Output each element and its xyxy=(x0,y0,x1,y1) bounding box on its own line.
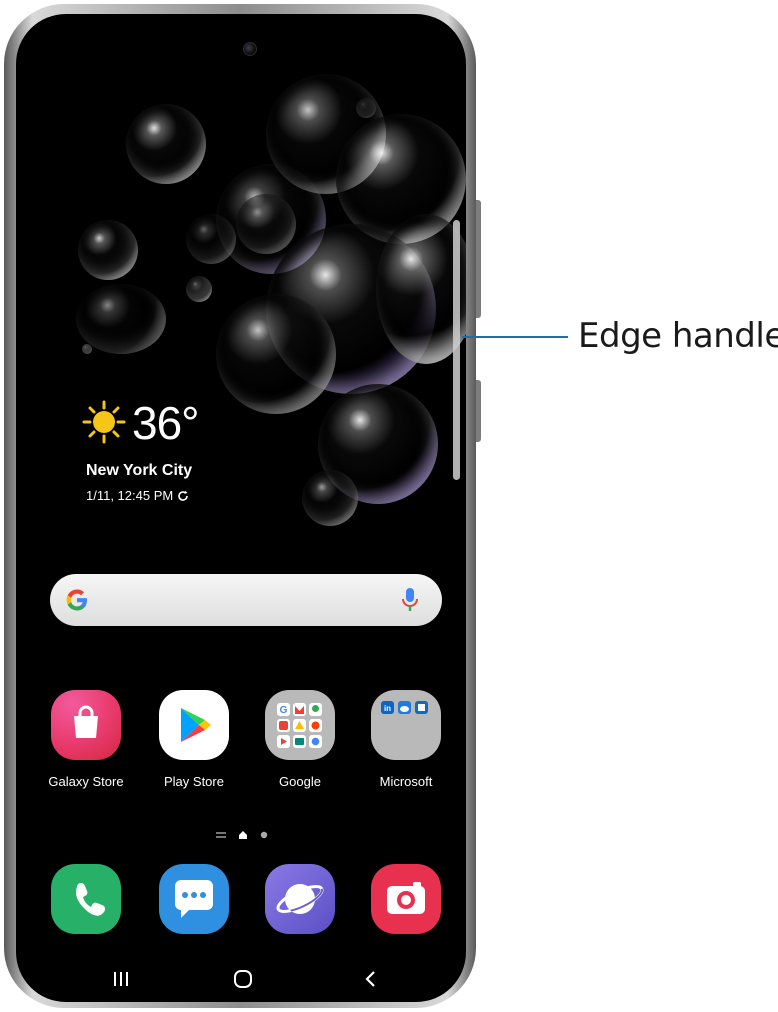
callout-line xyxy=(462,336,568,338)
app-label: Google xyxy=(279,774,321,789)
app-label: Play Store xyxy=(164,774,224,789)
google-g-icon xyxy=(66,589,87,611)
callout-label: Edge handle xyxy=(578,316,778,356)
page-dot-icon xyxy=(260,831,268,839)
recent-apps-icon[interactable] xyxy=(106,964,136,994)
svg-text:G: G xyxy=(280,705,288,716)
app-label: Galaxy Store xyxy=(48,774,124,789)
galaxy-store-icon xyxy=(51,690,121,760)
home-button-icon[interactable] xyxy=(228,964,258,994)
internet-icon xyxy=(265,864,335,934)
app-google-folder[interactable]: G Google xyxy=(250,690,350,789)
app-label: Microsoft xyxy=(379,774,433,789)
play-store-icon xyxy=(159,690,229,760)
phone-icon xyxy=(51,864,121,934)
back-icon[interactable] xyxy=(356,964,386,994)
app-microsoft-folder[interactable]: in Microsoft xyxy=(356,690,456,789)
menu-lines-icon xyxy=(216,832,226,838)
city-name: New York City xyxy=(86,462,193,479)
svg-text:in: in xyxy=(384,704,391,713)
camera-icon xyxy=(371,864,441,934)
sun-icon xyxy=(82,400,126,444)
microphone-icon[interactable] xyxy=(400,586,420,614)
navigation-bar xyxy=(16,954,466,1002)
refresh-icon[interactable] xyxy=(177,490,189,502)
dock-internet[interactable] xyxy=(250,864,350,934)
google-folder-icon: G xyxy=(265,690,335,760)
app-galaxy-store[interactable]: Galaxy Store xyxy=(36,690,136,789)
phone-device: 36° New York City 1/11, 12:45 PM Galaxy … xyxy=(4,4,481,1008)
google-search-bar[interactable] xyxy=(50,574,442,626)
edge-handle[interactable] xyxy=(453,220,460,480)
volume-button xyxy=(476,200,481,318)
messages-icon xyxy=(159,864,229,934)
temperature: 36° xyxy=(132,397,200,449)
front-camera xyxy=(243,42,257,56)
power-button xyxy=(476,380,481,442)
dock-messages[interactable] xyxy=(144,864,244,934)
dock-phone[interactable] xyxy=(36,864,136,934)
page-indicator[interactable] xyxy=(216,830,268,840)
home-page-icon xyxy=(239,831,247,839)
weather-datetime-row: 1/11, 12:45 PM xyxy=(86,488,189,503)
dock-camera[interactable] xyxy=(356,864,456,934)
microsoft-folder-icon: in xyxy=(371,690,441,760)
wallpaper-bubbles xyxy=(16,14,466,574)
home-screen: 36° New York City 1/11, 12:45 PM Galaxy … xyxy=(16,14,466,1002)
weather-datetime: 1/11, 12:45 PM xyxy=(86,488,174,503)
app-play-store[interactable]: Play Store xyxy=(144,690,244,789)
